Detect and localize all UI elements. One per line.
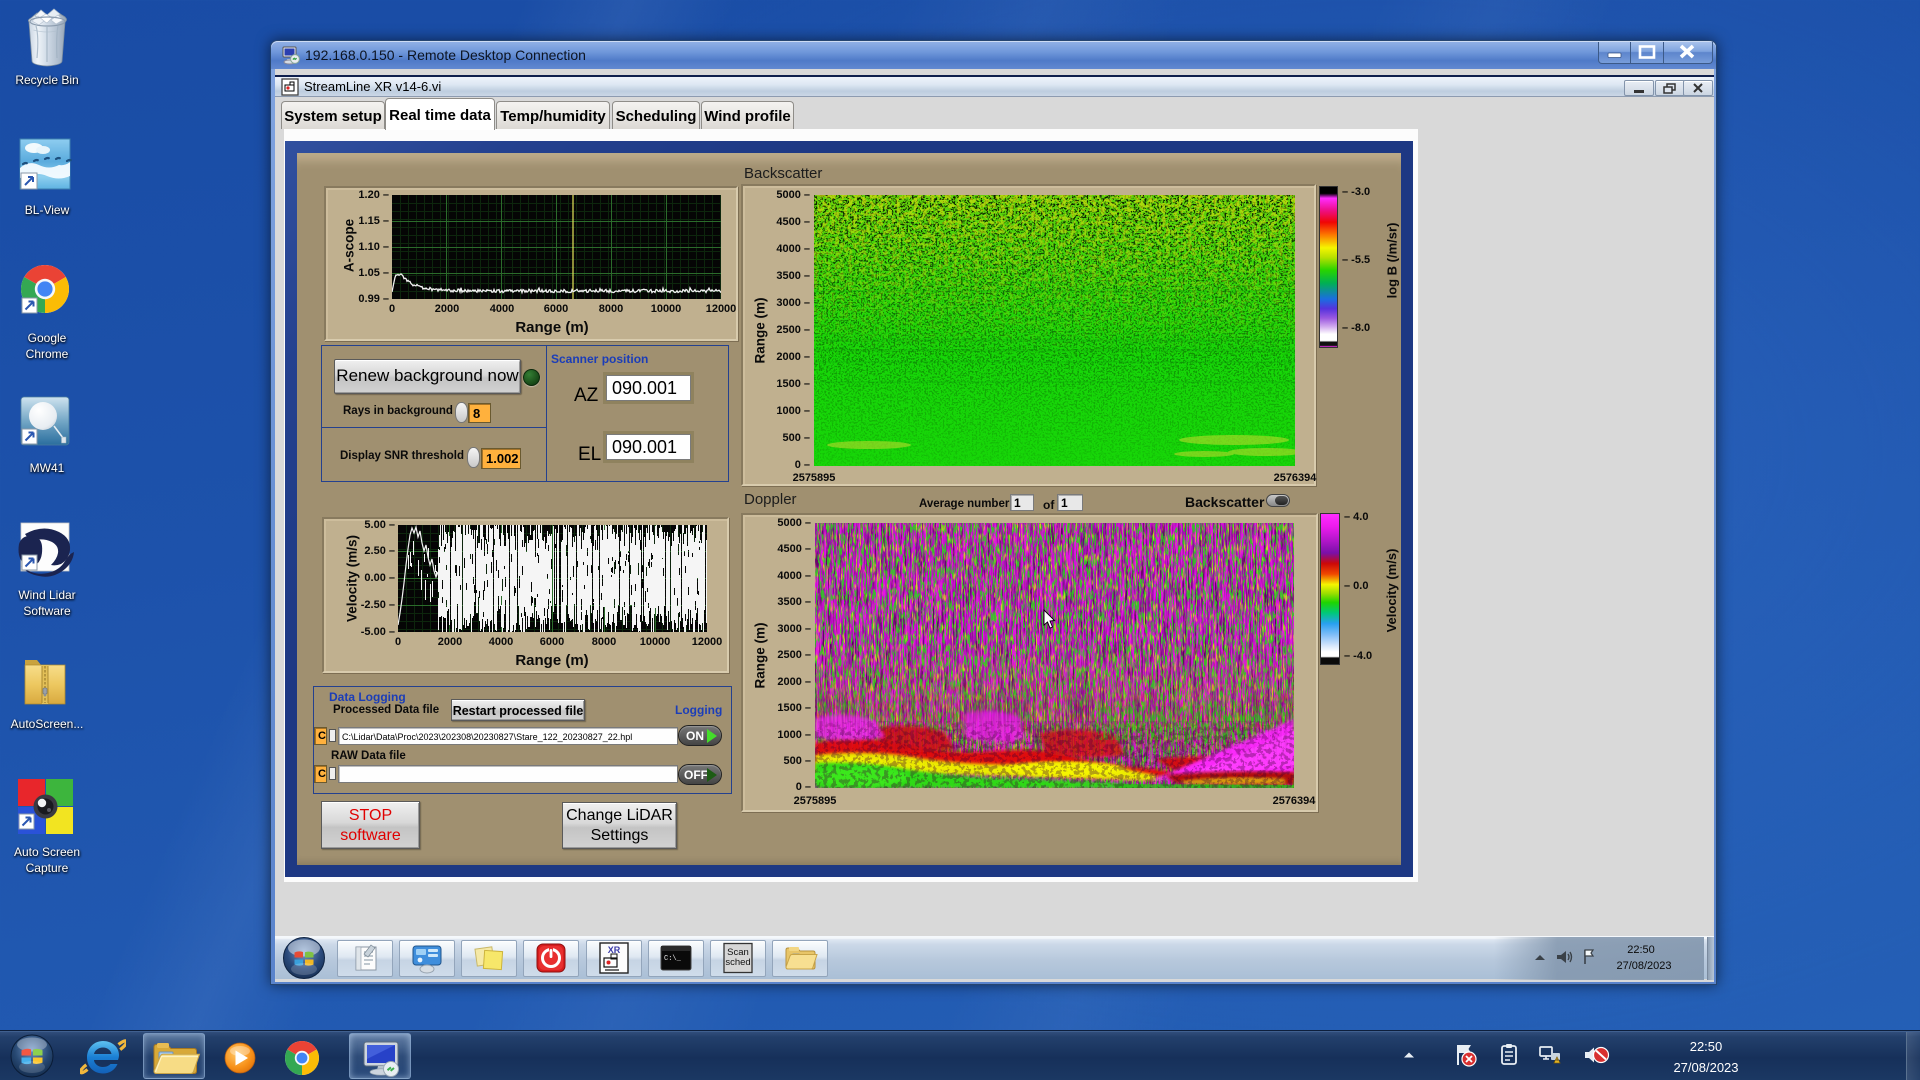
svg-text:sched: sched — [725, 957, 750, 968]
svg-text:C:\_: C:\_ — [664, 955, 682, 963]
